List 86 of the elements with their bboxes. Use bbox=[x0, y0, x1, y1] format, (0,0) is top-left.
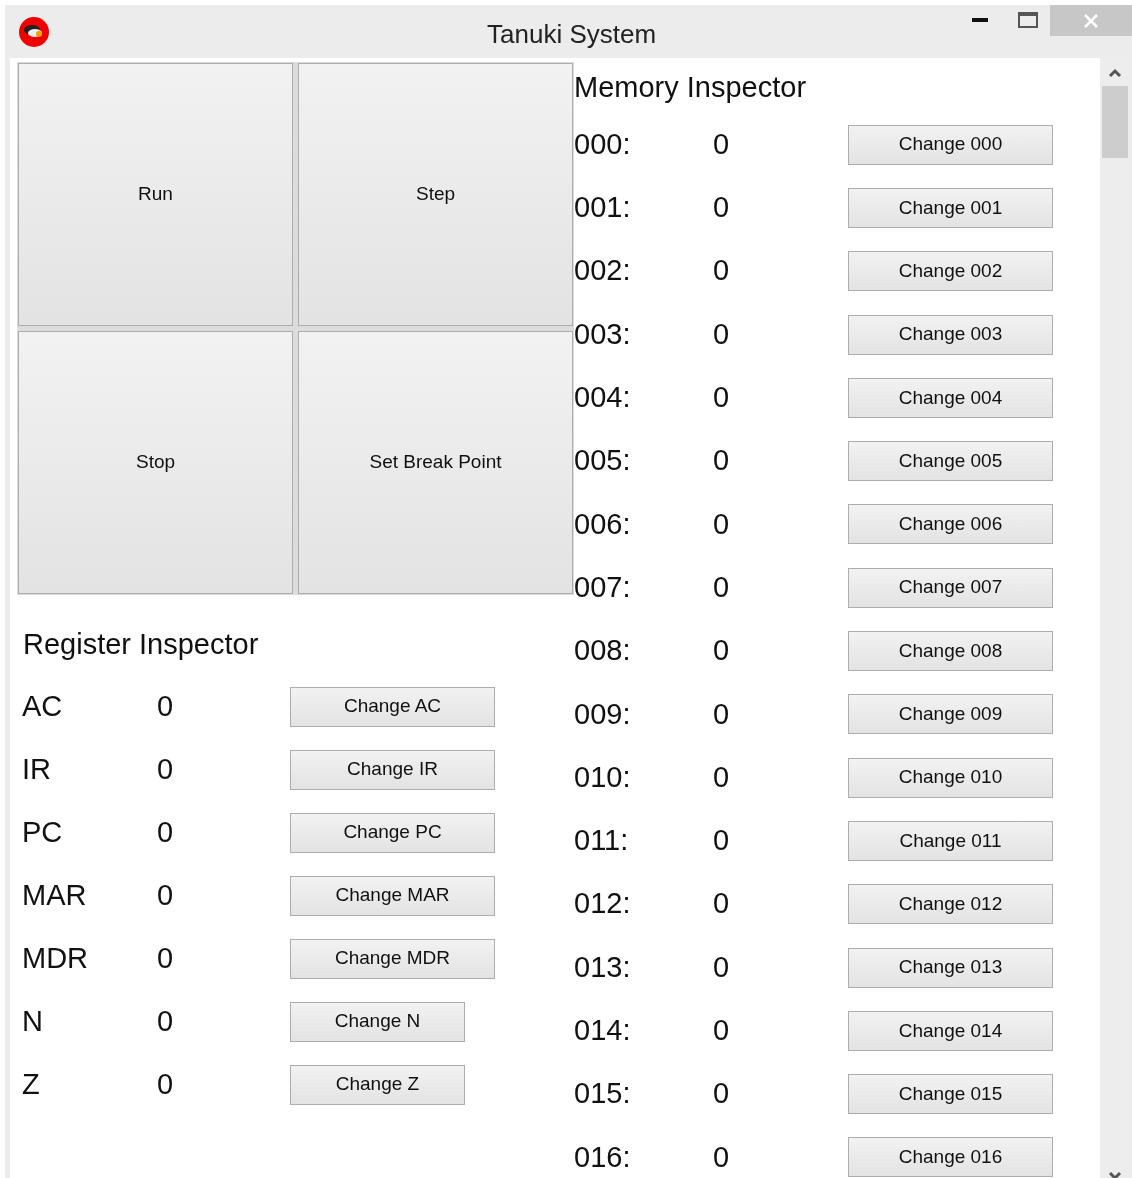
memory-value: 0 bbox=[713, 443, 731, 479]
memory-address: 008: bbox=[574, 633, 632, 669]
memory-value: 0 bbox=[713, 886, 731, 922]
register-name: MDR bbox=[21, 940, 90, 976]
memory-value: 0 bbox=[713, 126, 731, 162]
register-name: AC bbox=[21, 688, 64, 724]
change-button[interactable]: Change 016 bbox=[848, 1137, 1053, 1178]
memory-value: 0 bbox=[713, 506, 731, 542]
scrollbar-thumb[interactable] bbox=[1102, 86, 1128, 158]
minimize-icon bbox=[972, 18, 988, 22]
memory-value: 0 bbox=[713, 823, 731, 859]
change-button[interactable]: Change AC bbox=[290, 686, 495, 727]
memory-value: 0 bbox=[713, 1139, 731, 1175]
memory-address: 016: bbox=[574, 1139, 632, 1175]
memory-address: 002: bbox=[574, 253, 632, 289]
memory-value: 0 bbox=[713, 696, 731, 732]
register-name: PC bbox=[21, 814, 64, 850]
control-button[interactable]: Set Break Point bbox=[298, 331, 573, 594]
control-button[interactable]: Stop bbox=[18, 331, 293, 594]
register-value: 0 bbox=[157, 1003, 175, 1039]
memory-address: 015: bbox=[574, 1076, 632, 1112]
change-button[interactable]: Change 015 bbox=[848, 1074, 1053, 1115]
app-logo-icon bbox=[18, 15, 50, 48]
register-name: N bbox=[21, 1003, 44, 1039]
memory-value: 0 bbox=[713, 633, 731, 669]
memory-address: 013: bbox=[574, 949, 632, 985]
scroll-up-icon[interactable] bbox=[1108, 68, 1122, 78]
change-button[interactable]: Change IR bbox=[290, 749, 495, 790]
window-title: Tanuki System bbox=[487, 18, 657, 51]
register-value: 0 bbox=[157, 814, 175, 850]
change-button[interactable]: Change N bbox=[290, 1001, 465, 1042]
memory-address: 009: bbox=[574, 696, 632, 732]
memory-address: 007: bbox=[574, 569, 632, 605]
memory-value: 0 bbox=[713, 380, 731, 416]
change-button[interactable]: Change 009 bbox=[848, 694, 1053, 735]
memory-value: 0 bbox=[713, 949, 731, 985]
memory-address: 001: bbox=[574, 190, 632, 226]
register-value: 0 bbox=[157, 877, 175, 913]
memory-address: 011: bbox=[574, 823, 630, 859]
register-name: Z bbox=[21, 1066, 41, 1102]
memory-value: 0 bbox=[713, 1013, 731, 1049]
control-button[interactable]: Run bbox=[18, 63, 293, 326]
section-title: Register Inspector bbox=[22, 627, 260, 663]
change-button[interactable]: Change 007 bbox=[848, 567, 1053, 608]
register-value: 0 bbox=[157, 1066, 175, 1102]
scroll-down-icon[interactable] bbox=[1108, 1171, 1122, 1178]
change-button[interactable]: Change 000 bbox=[848, 124, 1053, 165]
change-button[interactable]: Change 012 bbox=[848, 884, 1053, 925]
memory-address: 012: bbox=[574, 886, 632, 922]
memory-address: 014: bbox=[574, 1013, 632, 1049]
change-button[interactable]: Change 010 bbox=[848, 757, 1053, 798]
change-button[interactable]: Change MDR bbox=[290, 938, 495, 979]
memory-value: 0 bbox=[713, 1076, 731, 1112]
register-name: IR bbox=[21, 751, 52, 787]
change-button[interactable]: Change 006 bbox=[848, 504, 1053, 545]
memory-address: 000: bbox=[574, 126, 632, 162]
change-button[interactable]: Change 001 bbox=[848, 187, 1053, 228]
memory-value: 0 bbox=[713, 316, 731, 352]
change-button[interactable]: Change 002 bbox=[848, 251, 1053, 292]
memory-value: 0 bbox=[713, 569, 731, 605]
change-button[interactable]: Change Z bbox=[290, 1064, 465, 1105]
memory-address: 006: bbox=[574, 506, 632, 542]
register-name: MAR bbox=[21, 877, 88, 913]
change-button[interactable]: Change 013 bbox=[848, 947, 1053, 988]
memory-value: 0 bbox=[713, 759, 731, 795]
memory-value: 0 bbox=[713, 253, 731, 289]
memory-address: 004: bbox=[574, 380, 632, 416]
register-value: 0 bbox=[157, 940, 175, 976]
change-button[interactable]: Change MAR bbox=[290, 875, 495, 916]
register-value: 0 bbox=[157, 751, 175, 787]
memory-address: 003: bbox=[574, 316, 632, 352]
maximize-icon bbox=[1017, 12, 1038, 28]
memory-value: 0 bbox=[713, 190, 731, 226]
change-button[interactable]: Change 004 bbox=[848, 377, 1053, 418]
control-button[interactable]: Step bbox=[298, 63, 573, 326]
change-button[interactable]: Change 003 bbox=[848, 314, 1053, 355]
memory-address: 005: bbox=[574, 443, 632, 479]
change-button[interactable]: Change PC bbox=[290, 812, 495, 853]
memory-address: 010: bbox=[574, 759, 632, 795]
change-button[interactable]: Change 014 bbox=[848, 1010, 1053, 1051]
register-value: 0 bbox=[157, 688, 175, 724]
change-button[interactable]: Change 005 bbox=[848, 441, 1053, 482]
close-icon bbox=[1083, 12, 1099, 29]
section-title: Memory Inspector bbox=[574, 70, 808, 106]
change-button[interactable]: Change 011 bbox=[848, 820, 1053, 861]
change-button[interactable]: Change 008 bbox=[848, 631, 1053, 671]
